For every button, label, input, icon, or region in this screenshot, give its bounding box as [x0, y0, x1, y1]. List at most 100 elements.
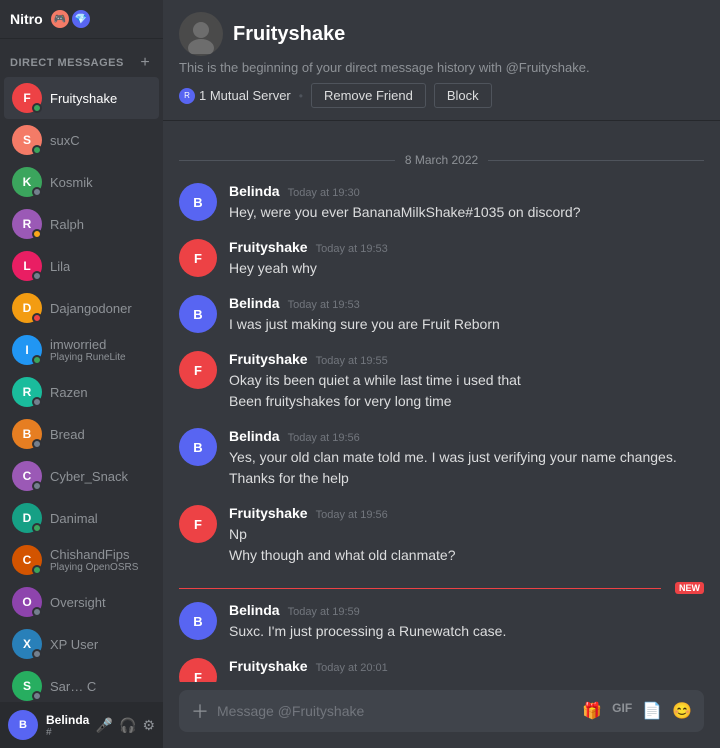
remove-friend-button[interactable]: Remove Friend — [311, 83, 426, 108]
message-avatar: F — [179, 351, 217, 389]
header-info: Fruityshake — [233, 23, 345, 46]
dm-name: imworried — [50, 337, 126, 352]
dm-item-imworried[interactable]: IimworriedPlaying RuneLite — [4, 329, 159, 371]
message-group: BBelindaToday at 19:53I was just making … — [179, 295, 704, 335]
dm-avatar: R — [12, 377, 42, 407]
dm-name: Bread — [50, 427, 85, 442]
add-dm-button[interactable]: + — [137, 55, 153, 71]
dm-name: Ralph — [50, 217, 84, 232]
dm-item-dajangodoner[interactable]: DDajangodoner — [4, 287, 159, 329]
dm-name: XP User — [50, 637, 98, 652]
nitro-label: Nitro — [10, 11, 43, 27]
message-input[interactable] — [217, 703, 574, 719]
message-text: Np — [229, 524, 704, 545]
dm-avatar: K — [12, 167, 42, 197]
dm-item-bread[interactable]: B Bread — [4, 413, 159, 455]
attach-button[interactable]: ＋ — [191, 698, 209, 724]
emoji-icon[interactable]: 😊 — [672, 701, 692, 721]
message-avatar: B — [179, 183, 217, 221]
dm-name: suxC — [50, 133, 80, 148]
microphone-icon[interactable]: 🎤 — [96, 717, 113, 734]
dm-list: F Fruityshake SsuxC K Kosmik R Ralph LLilaDDaja… — [0, 75, 163, 702]
gift-icon[interactable]: 🎁 — [582, 701, 602, 721]
sidebar-bottom: B Belinda # 🎤 🎧 ⚙ — [0, 702, 163, 748]
message-timestamp: Today at 20:01 — [316, 662, 388, 674]
dm-item-razen[interactable]: RRazen — [4, 371, 159, 413]
message-group: FFruityshakeToday at 19:55Okay its been … — [179, 351, 704, 412]
message-group: BBelindaToday at 19:56Yes, your old clan… — [179, 428, 704, 489]
message-text: I was just making sure you are Fruit Reb… — [229, 314, 704, 335]
chat-username: Fruityshake — [233, 23, 345, 46]
sidebar: Nitro 🎮 💎 DIRECT MESSAGES + F Fruityshake… — [0, 0, 163, 748]
status-dot — [32, 397, 42, 407]
message-group: FFruityshakeToday at 19:56NpWhy though a… — [179, 505, 704, 566]
dm-item-oversight[interactable]: OOversight — [4, 581, 159, 623]
message-avatar: F — [179, 239, 217, 277]
status-dot — [32, 271, 42, 281]
nitro-icons: 🎮 💎 — [51, 10, 90, 28]
message-group: FFruityshakeToday at 20:01Alright — [179, 658, 704, 682]
chat-input-wrapper: ＋ 🎁 GIF 📄 😊 — [179, 690, 704, 732]
dm-avatar: R — [12, 209, 42, 239]
status-dot — [32, 481, 42, 491]
chat-area: 8 March 2022 BBelindaToday at 19:30Hey, … — [163, 121, 720, 682]
separator: • — [299, 89, 303, 103]
dm-item-kosmik[interactable]: K Kosmik — [4, 161, 159, 203]
dm-item-suxc[interactable]: SsuxC — [4, 119, 159, 161]
dm-item-xp-user[interactable]: X XP User — [4, 623, 159, 665]
dm-avatar: B — [12, 419, 42, 449]
message-text: Hey yeah why — [229, 258, 704, 279]
dm-avatar: C — [12, 461, 42, 491]
status-dot — [32, 565, 42, 575]
dm-section-header: DIRECT MESSAGES + — [0, 39, 163, 75]
status-dot — [32, 523, 42, 533]
settings-icon[interactable]: ⚙ — [142, 717, 155, 734]
message-text: Why though and what old clanmate? — [229, 545, 704, 566]
dm-avatar: L — [12, 251, 42, 281]
chat-header: Fruityshake This is the beginning of you… — [163, 0, 720, 121]
message-text: Okay its been quiet a while last time i … — [229, 370, 704, 391]
new-message-divider: NEW — [179, 582, 704, 594]
dm-name: Kosmik — [50, 175, 93, 190]
status-dot — [32, 355, 42, 365]
message-text: Hey, were you ever BananaMilkShake#1035 … — [229, 202, 704, 223]
dm-name: Oversight — [50, 595, 106, 610]
dm-avatar: S — [12, 125, 42, 155]
bottom-icons: 🎤 🎧 ⚙ — [96, 717, 155, 734]
status-dot — [32, 103, 42, 113]
message-timestamp: Today at 19:30 — [288, 187, 360, 199]
sticker-icon[interactable]: 📄 — [642, 701, 662, 721]
chat-subtitle: This is the beginning of your direct mes… — [179, 60, 590, 75]
dm-item-sar…-c[interactable]: S Sar… C — [4, 665, 159, 702]
message-group: BBelindaToday at 19:30Hey, were you ever… — [179, 183, 704, 223]
gif-icon[interactable]: GIF — [612, 701, 632, 721]
dm-item-fruityshake[interactable]: F Fruityshake — [4, 77, 159, 119]
headphone-icon[interactable]: 🎧 — [119, 717, 136, 734]
dm-item-cyber_snack[interactable]: CCyber_Snack — [4, 455, 159, 497]
current-user-status: # — [46, 727, 88, 738]
dm-item-lila[interactable]: LLila — [4, 245, 159, 287]
dm-item-danimal[interactable]: DDanimal — [4, 497, 159, 539]
dm-item-ralph[interactable]: R Ralph — [4, 203, 159, 245]
mutual-server-info: R 1 Mutual Server — [179, 88, 291, 104]
dm-name: Fruityshake — [50, 91, 117, 106]
dm-avatar: I — [12, 335, 42, 365]
status-dot — [32, 187, 42, 197]
message-avatar: F — [179, 505, 217, 543]
chat-input-right-icons: 🎁 GIF 📄 😊 — [582, 701, 692, 721]
message-timestamp: Today at 19:56 — [288, 432, 360, 444]
dm-avatar: X — [12, 629, 42, 659]
status-dot — [32, 691, 42, 701]
message-timestamp: Today at 19:55 — [316, 355, 388, 367]
main-content: Fruityshake This is the beginning of you… — [163, 0, 720, 748]
nitro-header: Nitro 🎮 💎 — [0, 0, 163, 39]
dm-item-chishandfips[interactable]: CChishandFipsPlaying OpenOSRS — [4, 539, 159, 581]
message-timestamp: Today at 19:56 — [316, 509, 388, 521]
dm-avatar: F — [12, 83, 42, 113]
status-dot — [32, 439, 42, 449]
block-button[interactable]: Block — [434, 83, 492, 108]
message-group: FFruityshakeToday at 19:53Hey yeah why — [179, 239, 704, 279]
dm-avatar: S — [12, 671, 42, 701]
dm-name: Sar… C — [50, 679, 96, 694]
dm-sub-label: Playing RuneLite — [50, 352, 126, 363]
